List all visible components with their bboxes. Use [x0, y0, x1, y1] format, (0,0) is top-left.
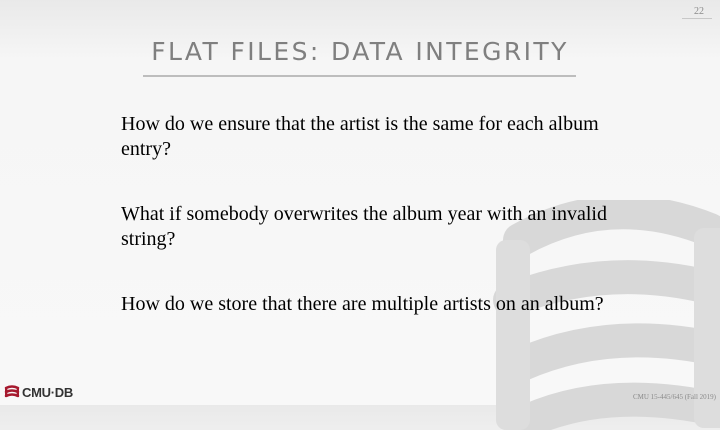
cmu-db-logo: CMU·DB: [4, 384, 73, 400]
title-divider: [143, 75, 576, 77]
bullet-list: How do we ensure that the artist is the …: [121, 112, 621, 357]
bullet-item: How do we ensure that the artist is the …: [121, 113, 599, 160]
logo-text: CMU·DB: [22, 384, 73, 400]
page-number: 22: [694, 6, 704, 17]
course-label: CMU 15-445/645 (Fall 2019): [632, 393, 716, 401]
bullet-item: How do we store that there are multiple …: [121, 293, 604, 315]
database-icon: [4, 385, 20, 398]
page-number-divider: [682, 18, 712, 19]
bullet-item: What if somebody overwrites the album ye…: [121, 203, 607, 250]
slide-title: FLAT FILES: DATA INTEGRITY: [151, 37, 569, 66]
